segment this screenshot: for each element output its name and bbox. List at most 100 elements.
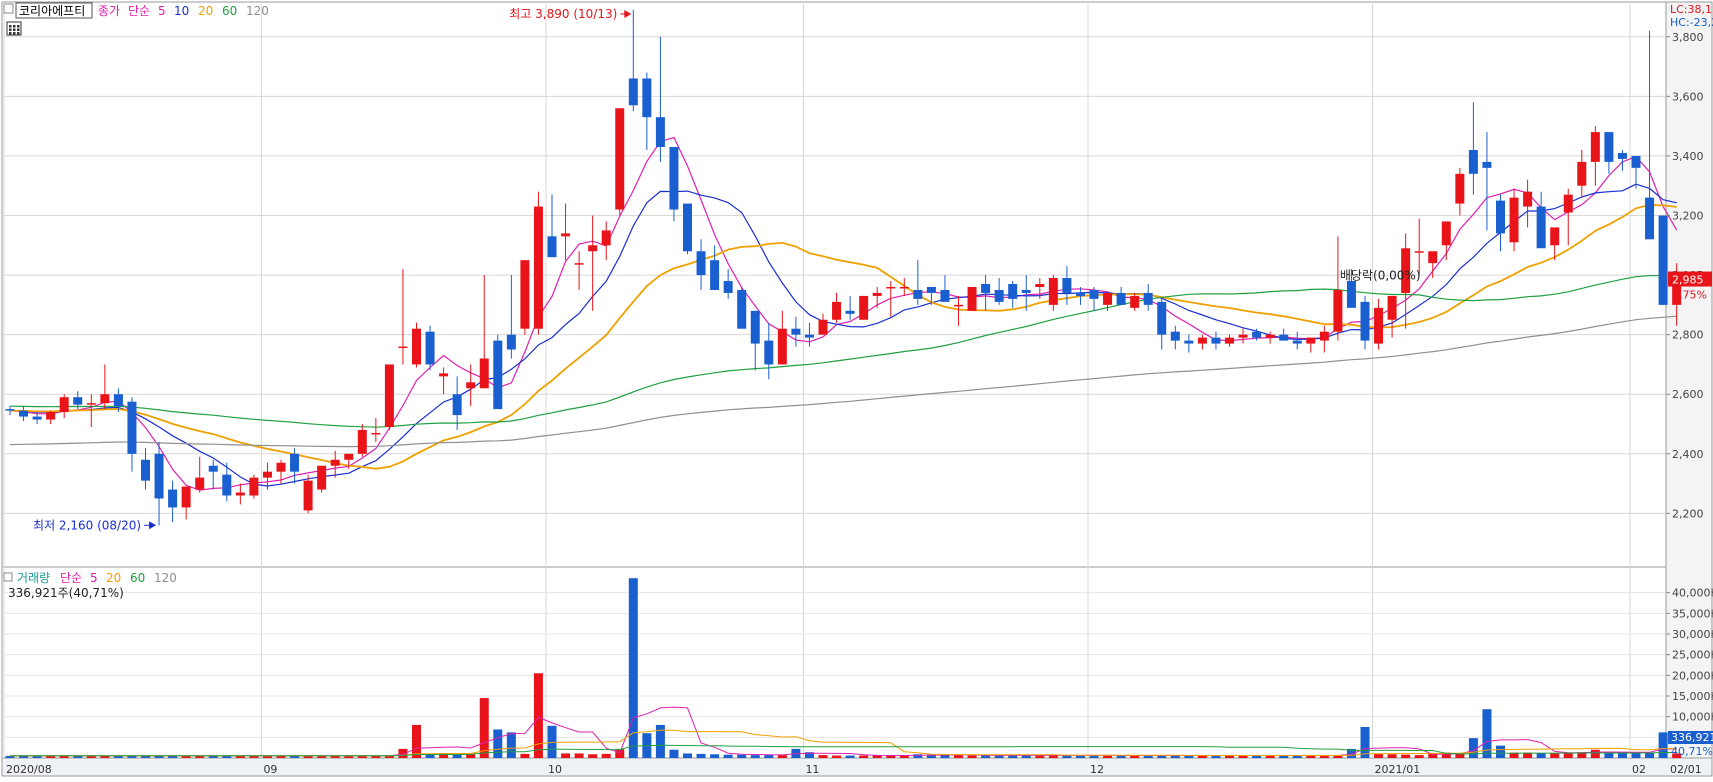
volume-bar[interactable]	[1387, 754, 1397, 758]
candle-body	[615, 108, 625, 210]
last-price-value: 2,985	[1672, 274, 1704, 287]
price-legend-item: 20	[198, 4, 213, 18]
volume-legend-item: 60	[130, 571, 145, 585]
volume-bar[interactable]	[1536, 753, 1546, 758]
price-tick-label: 3,200	[1672, 209, 1704, 222]
candle-body	[1387, 295, 1397, 320]
candle-body	[710, 260, 720, 290]
volume-bar[interactable]	[1658, 732, 1668, 758]
candle-body	[696, 251, 706, 276]
candle[interactable]	[520, 260, 530, 335]
candle-body	[683, 203, 692, 252]
volume-bar[interactable]	[723, 754, 733, 758]
date-label: 10	[548, 763, 562, 776]
volume-bar[interactable]	[750, 755, 760, 758]
candle[interactable]	[1509, 188, 1519, 252]
price-tick-label: 3,400	[1672, 150, 1704, 163]
volume-bar[interactable]	[818, 755, 828, 758]
volume-bar[interactable]	[669, 749, 679, 758]
volume-bar[interactable]	[940, 755, 950, 758]
candle-body	[1103, 292, 1113, 305]
calendar-icon[interactable]	[6, 21, 22, 36]
candle[interactable]	[737, 286, 747, 329]
candle-body	[1252, 331, 1262, 338]
panel-toggle-icon[interactable]	[3, 3, 14, 14]
volume-bar[interactable]	[845, 755, 855, 758]
volume-bar[interactable]	[859, 755, 869, 758]
date-label: 2020/08	[6, 763, 52, 776]
candle[interactable]	[384, 364, 394, 430]
calendar-icon-cell	[13, 28, 16, 31]
volume-bar[interactable]	[954, 755, 963, 758]
candle-body	[737, 289, 747, 329]
candle[interactable]	[859, 295, 869, 320]
candle[interactable]	[412, 322, 421, 368]
candle[interactable]	[615, 108, 625, 216]
volume-bar[interactable]	[561, 753, 571, 758]
volume-bar[interactable]	[493, 729, 503, 758]
candle-body	[100, 394, 110, 404]
volume-bar[interactable]	[1401, 754, 1411, 758]
low-annotation: 최저 2,160 (08/20)	[33, 518, 141, 532]
candle-body	[954, 304, 963, 307]
candle-body	[1645, 197, 1655, 240]
candle-body	[1197, 337, 1207, 344]
candle-body	[1428, 251, 1438, 264]
volume-bar[interactable]	[1550, 753, 1560, 758]
volume-bar[interactable]	[588, 754, 598, 758]
candle[interactable]	[425, 325, 435, 371]
candle-body	[1482, 161, 1492, 168]
candle-body	[804, 334, 814, 338]
candle-body	[357, 429, 367, 454]
volume-bar[interactable]	[696, 753, 706, 758]
candle-body	[723, 281, 733, 293]
candle-body	[181, 486, 191, 508]
volume-bar[interactable]	[479, 698, 489, 758]
volume-bar[interactable]	[710, 754, 720, 758]
price-change-value: 2,75%	[1672, 289, 1707, 302]
ex-dividend-marker: 배당락(0,00%)	[1340, 269, 1421, 283]
volume-bar[interactable]	[777, 755, 787, 758]
candle-body	[669, 146, 679, 210]
candle[interactable]	[1658, 215, 1668, 305]
volume-bar[interactable]	[1590, 749, 1600, 758]
candle-body	[899, 286, 909, 289]
candle[interactable]	[967, 286, 977, 311]
candle-body	[1184, 340, 1194, 344]
volume-bar[interactable]	[574, 753, 584, 758]
volume-bar[interactable]	[981, 755, 991, 758]
candle[interactable]	[249, 474, 259, 499]
candle-body	[1279, 334, 1289, 341]
volume-bar[interactable]	[764, 755, 774, 758]
volume-bar[interactable]	[683, 753, 692, 758]
volume-bar[interactable]	[737, 754, 747, 758]
volume-bar[interactable]	[412, 724, 421, 758]
volume-bar[interactable]	[1496, 745, 1505, 758]
volume-bar[interactable]	[1645, 752, 1655, 758]
volume-bar[interactable]	[967, 755, 977, 758]
candle-body	[520, 260, 530, 329]
volume-bar[interactable]	[506, 732, 516, 758]
volume-tick-label: 40,000K	[1672, 587, 1713, 600]
candle[interactable]	[533, 191, 543, 335]
candle-body	[1550, 227, 1560, 246]
volume-bar[interactable]	[1617, 753, 1627, 758]
candle-body	[1509, 197, 1519, 243]
volume-bar[interactable]	[615, 749, 625, 758]
volume-bar[interactable]	[628, 578, 638, 758]
volume-panel-toggle-icon[interactable]	[3, 572, 13, 582]
volume-bar[interactable]	[1414, 755, 1424, 758]
volume-bar[interactable]	[1631, 753, 1641, 758]
candle-body	[926, 286, 936, 293]
stock-chart: 2,200 2,400 2,600 2,800 2,985 3,200 3,400 3,600…	[0, 0, 1713, 778]
candle[interactable]	[493, 334, 503, 410]
candle-body	[208, 465, 218, 472]
candle-body	[588, 245, 598, 252]
candle[interactable]	[683, 203, 692, 255]
volume-bar[interactable]	[520, 753, 530, 758]
candle[interactable]	[317, 465, 327, 493]
candle-body	[262, 471, 272, 478]
volume-bar[interactable]	[1455, 753, 1465, 758]
volume-bar[interactable]	[601, 753, 611, 758]
volume-bar[interactable]	[832, 755, 842, 758]
